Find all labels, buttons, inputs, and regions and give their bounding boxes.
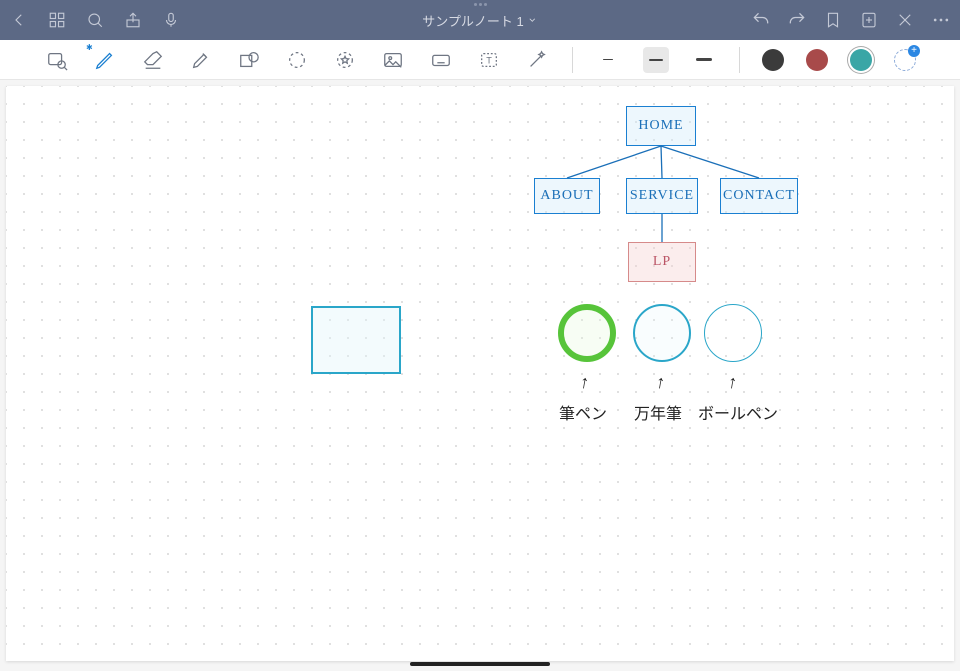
- title-bar: サンプルノート 1: [0, 0, 960, 40]
- lasso-tool[interactable]: [284, 47, 310, 73]
- sitemap-lp: LP: [628, 242, 696, 282]
- undo-icon[interactable]: [750, 9, 772, 31]
- arrow-icon: ↑: [654, 371, 667, 393]
- sitemap-service: SERVICE: [626, 178, 698, 214]
- share-icon[interactable]: [122, 9, 144, 31]
- stamp-tool[interactable]: [332, 47, 358, 73]
- close-icon[interactable]: [894, 9, 916, 31]
- toolbar-divider: [572, 47, 573, 73]
- color-black[interactable]: [762, 49, 784, 71]
- grab-handle: [467, 3, 493, 7]
- circle-fountain: [633, 304, 691, 362]
- home-indicator: [410, 662, 550, 666]
- redo-icon[interactable]: [786, 9, 808, 31]
- microphone-icon[interactable]: [160, 9, 182, 31]
- label-fountain: 万年筆: [634, 400, 682, 424]
- canvas-area: HOME ABOUT SERVICE CONTACT LP ↑ ↑ ↑ 筆ペン …: [0, 80, 960, 671]
- more-icon[interactable]: [930, 9, 952, 31]
- sitemap-contact: CONTACT: [720, 178, 798, 214]
- grid-icon[interactable]: [46, 9, 68, 31]
- document-title[interactable]: サンプルノート 1: [422, 11, 537, 30]
- shape-tool[interactable]: [236, 47, 262, 73]
- add-color-button[interactable]: [894, 49, 916, 71]
- wand-tool[interactable]: [524, 47, 550, 73]
- back-icon[interactable]: [8, 9, 30, 31]
- text-tool[interactable]: T: [476, 47, 502, 73]
- zoom-tool[interactable]: [44, 47, 70, 73]
- sitemap-about: ABOUT: [534, 178, 600, 214]
- keyboard-tool[interactable]: [428, 47, 454, 73]
- toolbar-divider: [739, 47, 740, 73]
- eraser-tool[interactable]: [140, 47, 166, 73]
- color-teal[interactable]: [850, 49, 872, 71]
- circle-ballpoint: [704, 304, 762, 362]
- sitemap-home: HOME: [626, 106, 696, 146]
- arrow-icon: ↑: [578, 371, 591, 393]
- pen-tool[interactable]: ✱: [92, 47, 118, 73]
- thickness-thin[interactable]: [595, 47, 621, 73]
- label-ballpoint: ボールペン: [698, 400, 778, 424]
- add-page-icon[interactable]: [858, 9, 880, 31]
- toolbar: ✱ T: [0, 40, 960, 80]
- drawn-rectangle: [311, 306, 401, 374]
- image-tool[interactable]: [380, 47, 406, 73]
- svg-text:T: T: [486, 55, 492, 65]
- color-red[interactable]: [806, 49, 828, 71]
- highlighter-tool[interactable]: [188, 47, 214, 73]
- bookmark-icon[interactable]: [822, 9, 844, 31]
- document-title-text: サンプルノート 1: [422, 11, 523, 30]
- circle-brush: [558, 304, 616, 362]
- bluetooth-icon: ✱: [86, 43, 93, 52]
- thickness-medium[interactable]: [643, 47, 669, 73]
- search-icon[interactable]: [84, 9, 106, 31]
- label-brush: 筆ペン: [559, 400, 607, 424]
- arrow-icon: ↑: [726, 371, 739, 393]
- thickness-thick[interactable]: [691, 47, 717, 73]
- page[interactable]: HOME ABOUT SERVICE CONTACT LP ↑ ↑ ↑ 筆ペン …: [6, 86, 954, 661]
- sitemap-connectors: [6, 86, 954, 661]
